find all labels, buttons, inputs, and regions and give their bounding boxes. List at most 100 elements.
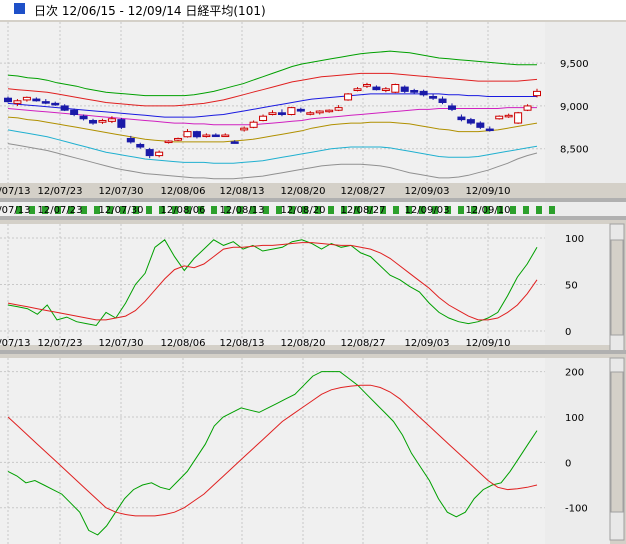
pane-separator — [0, 198, 626, 202]
price-xtick-label: 12/08/20 — [281, 186, 326, 197]
pane-separator — [0, 216, 626, 220]
volume-bar — [146, 206, 152, 214]
volume-bar — [510, 206, 516, 214]
candle-body — [277, 112, 286, 115]
candle-body — [107, 118, 116, 122]
candle-body — [136, 143, 145, 148]
price-xtick-label: 12/07/23 — [38, 186, 83, 197]
price-xtick-label: 12/09/10 — [466, 186, 511, 197]
volume-xtick-label: 12/07/13 — [0, 205, 30, 216]
macd-ytick-label: 0 — [565, 458, 571, 469]
candle-body — [4, 97, 12, 103]
price-ytick-label: 8,500 — [560, 145, 589, 156]
candle-body — [51, 102, 60, 106]
candle-body — [98, 119, 107, 123]
price-ytick-label: 9,500 — [560, 59, 589, 70]
candle-body — [495, 115, 504, 120]
volume-bar — [536, 206, 542, 214]
macd-ytick-label: -100 — [565, 504, 588, 515]
candle-body — [240, 127, 249, 131]
volume-xtick-label: 12/09/10 — [466, 205, 511, 216]
volume-bar — [211, 206, 217, 214]
chart-app-icon — [14, 3, 25, 14]
oscillator-xtick-label: 12/07/13 — [0, 338, 30, 349]
volume-xtick-label: 12/08/20 — [281, 205, 326, 216]
candle-body — [447, 105, 456, 110]
volume-xtick-label: 12/08/13 — [220, 205, 265, 216]
candle-body — [230, 141, 239, 144]
candle-body — [381, 88, 390, 92]
candle-body — [174, 137, 183, 141]
oscillator-xtick-label: 12/07/23 — [38, 338, 83, 349]
candle-body — [89, 119, 98, 124]
oscillator-xtick-label: 12/08/06 — [161, 338, 206, 349]
macd-ytick-label: 200 — [565, 368, 584, 379]
candle-body — [32, 98, 41, 102]
candle-body — [183, 131, 192, 138]
macd-scrollbar-thumb[interactable] — [610, 371, 624, 513]
volume-xtick-label: 12/07/23 — [38, 205, 83, 216]
candle-body — [164, 140, 173, 144]
candle-body — [504, 114, 513, 118]
oscillator-scrollbar-thumb[interactable] — [610, 239, 624, 336]
volume-xtick-label: 12/08/06 — [161, 205, 206, 216]
candle-body — [13, 100, 22, 104]
candle-body — [400, 86, 409, 92]
price-xtick-label: 12/09/03 — [405, 186, 450, 197]
oscillator-xtick-label: 12/09/10 — [466, 338, 511, 349]
chart-canvas: 9,500 9,000 8,500 12/07/13 12/07/23 12/07/30 1… — [0, 22, 626, 544]
oscillator-xtick-label: 12/07/30 — [99, 338, 144, 349]
oscillator-ytick-label: 100 — [565, 234, 584, 245]
candle-body — [60, 105, 69, 111]
candle-body — [155, 151, 164, 157]
candle-body — [419, 90, 428, 96]
oscillator-xtick-label: 12/08/27 — [341, 338, 386, 349]
candle-body — [391, 84, 400, 93]
price-xtick-label: 12/08/06 — [161, 186, 206, 197]
candle-body — [249, 121, 258, 128]
candle-body — [344, 93, 353, 101]
volume-bar — [523, 206, 529, 214]
candle-body — [192, 131, 201, 138]
candle-body — [306, 112, 315, 115]
candle-body — [259, 115, 268, 121]
candle-body — [334, 107, 343, 111]
candle-body — [514, 112, 523, 124]
candle-body — [438, 98, 447, 104]
candle-body — [476, 122, 485, 128]
candle-body — [362, 84, 371, 87]
candle-body — [372, 86, 381, 91]
candle-body — [410, 90, 419, 93]
oscillator-ytick-label: 50 — [565, 281, 578, 292]
candle-body — [296, 108, 305, 112]
candle-body — [211, 134, 220, 138]
candle-body — [533, 90, 541, 97]
candle-body — [268, 112, 277, 115]
oscillator-xtick-label: 12/08/13 — [220, 338, 265, 349]
candle-body — [325, 109, 334, 113]
macd-axis-area — [545, 358, 610, 544]
candle-body — [79, 115, 88, 120]
candle-body — [523, 105, 532, 111]
volume-xtick-label: 12/07/30 — [99, 205, 144, 216]
candle-body — [429, 96, 438, 99]
volume-xtick-label: 12/09/03 — [405, 205, 450, 216]
price-ytick-label: 9,000 — [560, 102, 589, 113]
pane-separator — [0, 350, 626, 354]
candle-body — [145, 149, 154, 157]
price-xtick-label: 12/07/13 — [0, 186, 30, 197]
volume-bar — [328, 206, 334, 214]
price-xtick-label: 12/07/30 — [99, 186, 144, 197]
candle-body — [485, 128, 494, 132]
oscillator-ytick-label: 0 — [565, 327, 571, 338]
candle-body — [353, 88, 362, 92]
candle-body — [70, 109, 79, 115]
oscillator-xtick-label: 12/08/20 — [281, 338, 326, 349]
volume-bar — [549, 206, 555, 214]
window-title: 日次 12/06/15 - 12/09/14 日経平均(101) — [34, 4, 266, 18]
candle-body — [41, 101, 50, 104]
candle-body — [22, 96, 31, 101]
candle-body — [466, 119, 475, 124]
chart-window: 日次 12/06/15 - 12/09/14 日経平均(101) 9,500 9,… — [0, 0, 626, 544]
title-bar: 日次 12/06/15 - 12/09/14 日経平均(101) — [0, 0, 626, 20]
